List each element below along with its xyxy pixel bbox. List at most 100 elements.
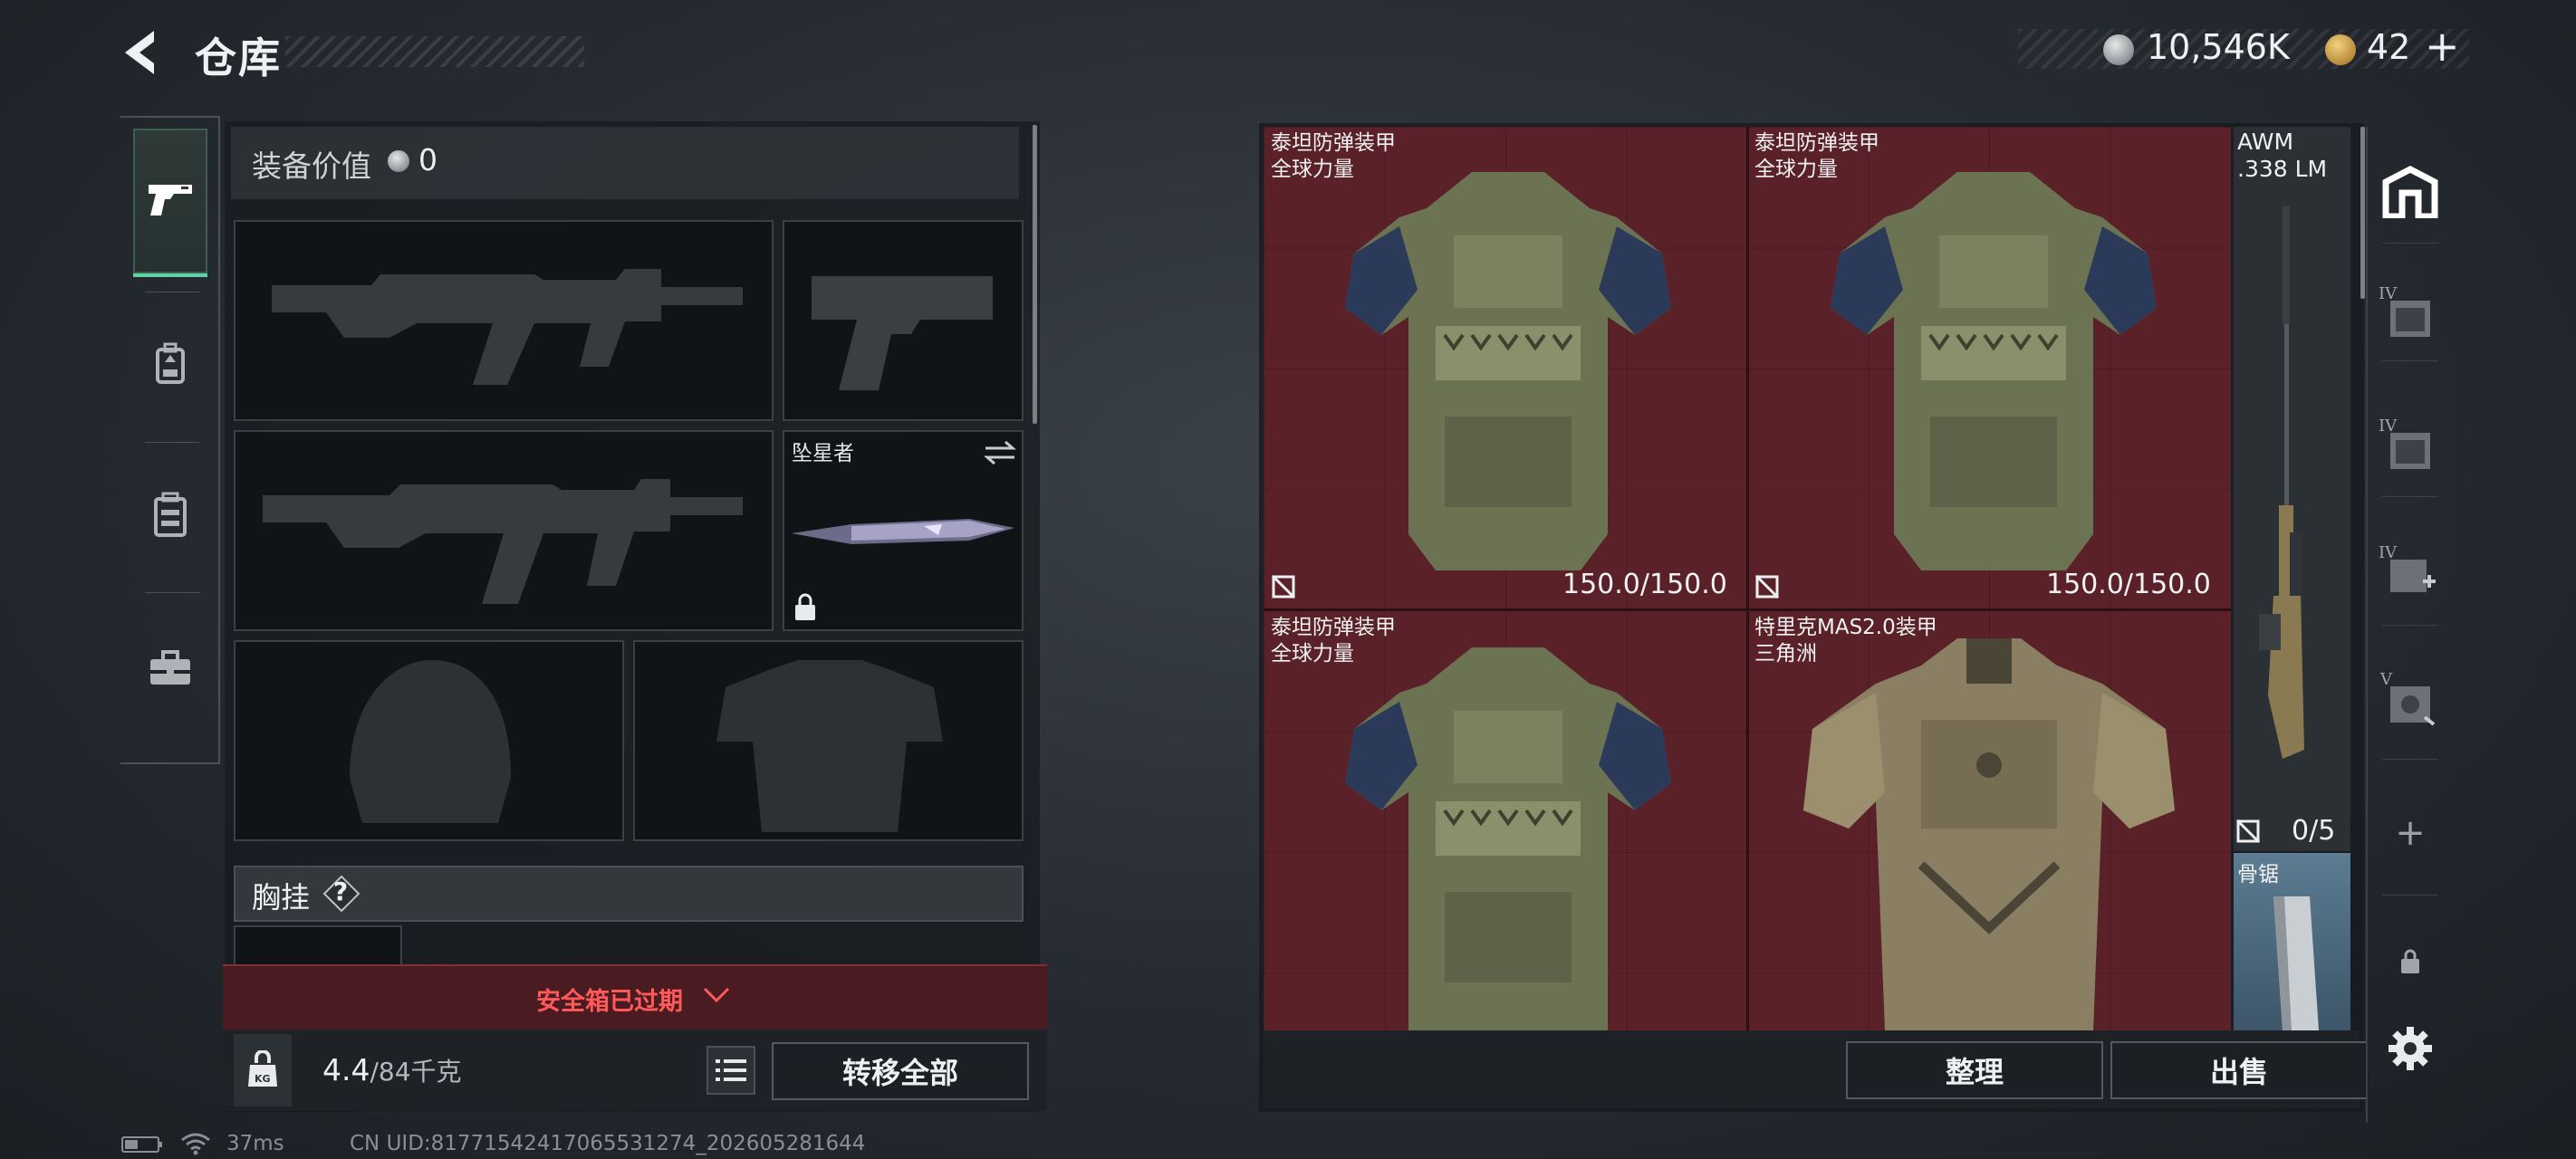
awm-name: AWM .338 LM bbox=[2237, 129, 2327, 183]
carry-weight: 4.4/84千克 bbox=[322, 1052, 462, 1088]
storage-item-armor-3[interactable]: 泰坦防弹装甲 全球力量 bbox=[1264, 611, 1746, 1030]
add-gold-button[interactable]: + bbox=[2425, 22, 2460, 71]
uid-text: CN UID:81771542417065531274_202605281644 bbox=[350, 1132, 866, 1155]
page-title: 仓库 bbox=[195, 34, 282, 82]
list-view-button[interactable] bbox=[706, 1046, 755, 1095]
transfer-all-button[interactable]: 转移全部 bbox=[772, 1042, 1029, 1100]
helmet-silhouette-icon bbox=[350, 660, 511, 823]
body-armor-icon bbox=[1803, 638, 2175, 1030]
tier-label: IV bbox=[2379, 284, 2398, 303]
item-caliber: .338 LM bbox=[2237, 156, 2328, 182]
tab-vest[interactable] bbox=[133, 444, 207, 589]
rifle-silhouette-icon bbox=[272, 269, 743, 385]
tab-toolbox[interactable] bbox=[133, 598, 207, 742]
home-storage-icon[interactable] bbox=[2373, 156, 2447, 228]
battery-icon bbox=[120, 1134, 166, 1159]
equipment-value: 0 bbox=[418, 142, 437, 177]
help-question-mark: ? bbox=[333, 876, 349, 906]
back-arrow-icon[interactable] bbox=[118, 27, 163, 78]
ping-text: 37ms bbox=[226, 1132, 284, 1155]
silver-coin-icon bbox=[388, 150, 409, 172]
settings-icon[interactable] bbox=[2373, 1012, 2447, 1085]
rail-separator bbox=[2382, 243, 2438, 244]
gold-amount: 42 bbox=[2367, 27, 2411, 67]
storage-item-armor-2[interactable]: 泰坦防弹装甲 全球力量 150.0/150.0 bbox=[1749, 127, 2231, 608]
rifle-silhouette-icon bbox=[263, 479, 743, 604]
rail-separator bbox=[2382, 496, 2438, 497]
wifi-icon bbox=[179, 1132, 212, 1159]
swap-arrows-icon[interactable] bbox=[982, 439, 1018, 470]
body-armor-slot[interactable] bbox=[633, 640, 1024, 841]
tab-weapons[interactable] bbox=[133, 129, 207, 277]
storage-item-armor-1[interactable]: 泰坦防弹装甲 全球力量 150.0/150.0 bbox=[1264, 127, 1746, 608]
tier-label: IV bbox=[2379, 417, 2398, 436]
item-durability: 150.0/150.0 bbox=[1562, 569, 1727, 600]
no-bind-icon bbox=[2235, 819, 2261, 848]
list-icon bbox=[716, 1059, 746, 1081]
rail-separator bbox=[2382, 360, 2438, 361]
rail-frame-bottom bbox=[120, 762, 220, 764]
item-name: 泰坦防弹装甲 bbox=[1271, 131, 1396, 155]
item-name: AWM bbox=[2237, 129, 2294, 155]
carry-weight-current: 4.4 bbox=[322, 1052, 370, 1087]
rail-separator bbox=[145, 592, 199, 593]
lock-icon[interactable] bbox=[2373, 925, 2447, 998]
toolbox-icon bbox=[149, 650, 192, 690]
body-armor-icon bbox=[1345, 647, 1671, 1030]
kg-label: KG bbox=[255, 1073, 271, 1085]
chest-rig-slot[interactable] bbox=[234, 925, 402, 967]
rail-frame-top bbox=[120, 116, 220, 118]
rail-separator bbox=[2382, 759, 2438, 760]
tier-label: V bbox=[2380, 670, 2392, 689]
add-icon[interactable]: + bbox=[2373, 797, 2447, 869]
storage-item-armor-4[interactable]: 特里克MAS2.0装甲 三角洲 bbox=[1749, 611, 2231, 1030]
sidearm-slot[interactable] bbox=[783, 220, 1024, 421]
gold-coin-icon bbox=[2325, 34, 2356, 65]
body-armor-icon bbox=[1345, 172, 1671, 570]
pistol-silhouette-icon bbox=[812, 276, 993, 390]
no-bind-icon bbox=[1271, 574, 1296, 599]
title-decoration bbox=[285, 36, 584, 67]
sniper-rifle-icon bbox=[2259, 206, 2304, 759]
safe-box-expired-text: 安全箱已过期 bbox=[536, 988, 683, 1016]
silver-amount: 10,546K bbox=[2147, 27, 2290, 67]
item-name: 泰坦防弹装甲 bbox=[1754, 131, 1879, 155]
ammo-count: 0/5 bbox=[2292, 815, 2336, 847]
item-name: 骨锯 bbox=[2237, 863, 2279, 886]
item-durability: 150.0/150.0 bbox=[2046, 569, 2211, 600]
tier-label: IV bbox=[2379, 543, 2398, 562]
backpack-icon bbox=[152, 342, 188, 389]
help-icon[interactable]: ? bbox=[321, 873, 362, 915]
carry-weight-max: /84千克 bbox=[370, 1057, 462, 1087]
melee-slot[interactable]: 坠星者 bbox=[783, 430, 1024, 631]
storage-scrollbar[interactable] bbox=[2360, 127, 2365, 299]
secondary-weapon-slot[interactable] bbox=[234, 430, 774, 631]
vest-icon bbox=[152, 492, 188, 541]
storage-v-icon[interactable]: V bbox=[2373, 665, 2447, 737]
storage-iv-a-icon[interactable]: IV bbox=[2373, 279, 2447, 351]
helmet-slot[interactable] bbox=[234, 640, 624, 841]
storage-iv-b-icon[interactable]: IV bbox=[2373, 411, 2447, 484]
rail-separator bbox=[2382, 895, 2438, 896]
primary-weapon-slot[interactable] bbox=[234, 220, 774, 421]
sell-button[interactable]: 出售 bbox=[2110, 1041, 2368, 1099]
equipment-scrollbar[interactable] bbox=[1033, 125, 1037, 424]
equipment-value-label: 装备价值 bbox=[252, 148, 371, 184]
armor-silhouette-icon bbox=[716, 660, 943, 832]
weight-icon-box: KG bbox=[234, 1034, 292, 1106]
pistol-icon bbox=[147, 179, 194, 223]
rail-separator bbox=[145, 442, 199, 443]
bone-saw-icon bbox=[2273, 896, 2319, 1030]
chest-rig-label: 胸挂 bbox=[252, 880, 311, 915]
storage-iv-add-icon[interactable]: IV bbox=[2373, 538, 2447, 610]
body-armor-icon bbox=[1831, 172, 2157, 570]
lock-icon bbox=[793, 593, 817, 626]
chevron-down-icon[interactable] bbox=[701, 980, 732, 1011]
no-bind-icon bbox=[1754, 574, 1780, 599]
tab-backpack[interactable] bbox=[133, 293, 207, 438]
rail-separator bbox=[2382, 625, 2438, 626]
silver-coin-icon bbox=[2103, 34, 2134, 65]
knife-icon bbox=[792, 519, 1014, 544]
melee-name: 坠星者 bbox=[792, 442, 854, 465]
sort-button[interactable]: 整理 bbox=[1846, 1041, 2103, 1099]
